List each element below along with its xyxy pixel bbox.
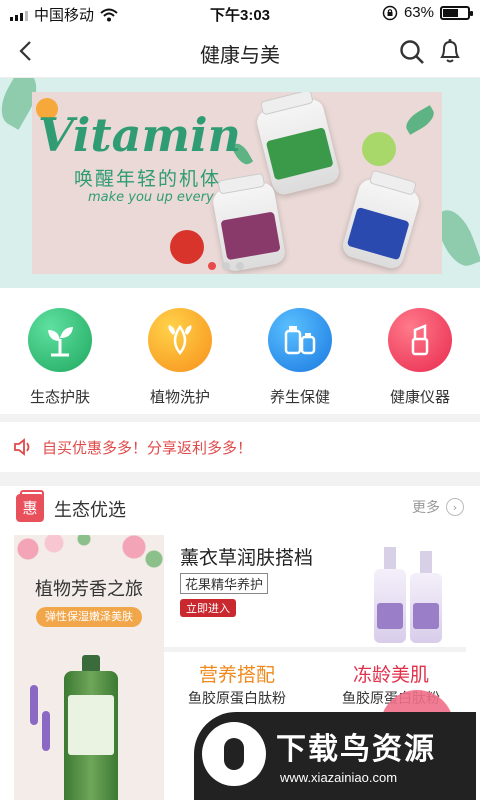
card-title: 薰衣草润肤搭档: [180, 547, 314, 569]
category-label: 健康仪器: [389, 388, 450, 406]
watermark-url: www.xiazainiao.com: [280, 770, 398, 785]
banner-headline: Vitamin: [38, 108, 242, 162]
promo-banner-carousel[interactable]: Vitamin 唤醒年轻的机体 make you up everyday: [0, 78, 480, 288]
product-card-lavender[interactable]: 薰衣草润肤搭档 花果精华养护 立即进入: [164, 535, 466, 647]
carousel-indicator: [208, 262, 244, 270]
watermark-overlay: 下载鸟资源 www.xiazainiao.com: [194, 712, 476, 800]
category-label: 养生保健: [269, 388, 330, 406]
rotation-lock-icon: [382, 5, 398, 20]
category-item-health-care[interactable]: 养生保健: [240, 288, 360, 414]
bell-icon[interactable]: [436, 37, 464, 65]
banner-slide[interactable]: Vitamin 唤醒年轻的机体 make you up everyday: [32, 92, 442, 274]
lavender-decoration: [42, 711, 50, 751]
flower-decoration: [14, 535, 164, 575]
announcement-bar[interactable]: 自买优惠多多！分享返利多多！: [0, 422, 480, 472]
category-item-eco-skincare[interactable]: 生态护肤: [0, 288, 120, 414]
category-item-plant-care[interactable]: 植物洗护: [120, 288, 240, 414]
watermark-text: 下载鸟资源: [276, 732, 436, 767]
discount-badge-icon: 惠: [16, 490, 44, 522]
category-grid: 生态护肤 植物洗护 养生保健 健康仪器: [0, 288, 480, 414]
category-label: 生态护肤: [29, 388, 90, 406]
lotion-bottle-image: [374, 547, 406, 643]
speaker-icon: [14, 438, 30, 456]
category-label: 植物洗护: [149, 388, 210, 406]
card-subtitle: 鱼胶原蛋白肽粉: [188, 691, 286, 707]
nav-header: 健康与美: [0, 26, 480, 78]
battery-icon: [440, 5, 473, 20]
lipstick-icon: [388, 308, 452, 372]
bottles-icon: [268, 308, 332, 372]
section-header: 惠 生态优选 更多 ›: [0, 486, 480, 530]
card-title: 冻龄美肌: [352, 664, 429, 686]
sprout-icon: [28, 308, 92, 372]
banner-slogan: 唤醒年轻的机体: [74, 168, 222, 190]
product-bottle-image: [340, 169, 422, 271]
leaf-drop-icon: [148, 308, 212, 372]
watermark-logo: [202, 722, 266, 786]
section-title: 生态优选: [54, 500, 126, 521]
lotion-bottle-image: [410, 551, 442, 643]
essential-oil-bottle-image: [64, 655, 118, 800]
product-card-plant-aroma[interactable]: 植物芳香之旅 弹性保湿嫩泽美肤: [14, 535, 164, 800]
search-icon[interactable]: [398, 38, 426, 66]
card-title: 植物芳香之旅: [35, 579, 143, 600]
product-bottle-image: [254, 92, 342, 197]
divider: [0, 472, 480, 486]
chevron-right-icon: ›: [446, 498, 464, 516]
enter-button[interactable]: 立即进入: [180, 599, 236, 617]
lime-decoration: [362, 132, 396, 166]
status-bar: 中国移动 下午3:03 63%: [0, 0, 480, 26]
card-subtitle: 花果精华养护: [180, 573, 269, 594]
battery-percent: 63%: [403, 4, 434, 21]
divider: [0, 414, 480, 422]
product-bottle-image: [211, 172, 287, 273]
more-label: 更多: [412, 500, 440, 516]
announcement-text: 自买优惠多多！分享返利多多！: [42, 438, 253, 457]
category-item-health-devices[interactable]: 健康仪器: [360, 288, 480, 414]
more-link[interactable]: 更多 ›: [412, 497, 464, 517]
card-tag: 弹性保湿嫩泽美肤: [36, 607, 142, 627]
leaf-decoration: [402, 105, 438, 135]
lavender-decoration: [30, 685, 38, 725]
card-title: 营养搭配: [198, 664, 275, 686]
tomato-decoration: [170, 230, 204, 264]
